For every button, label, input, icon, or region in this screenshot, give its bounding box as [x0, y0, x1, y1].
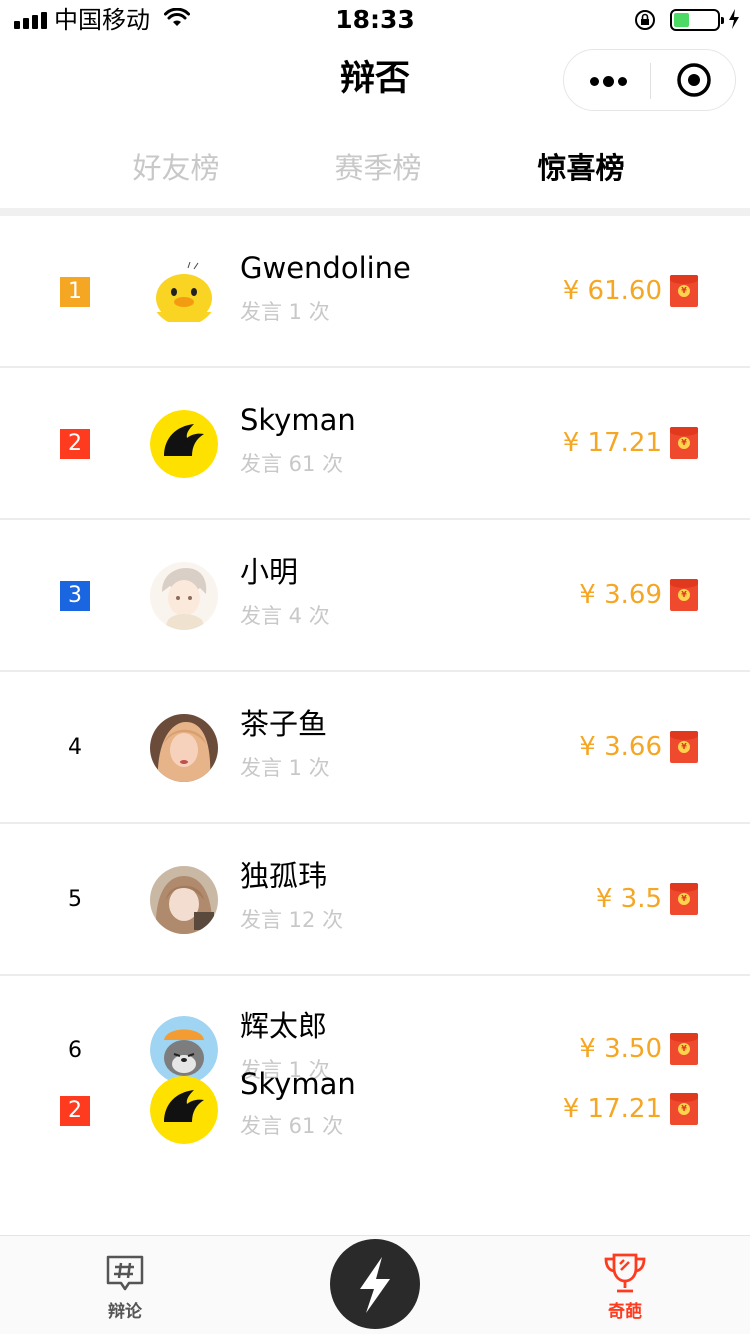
duck-avatar [150, 258, 218, 326]
tab-debate[interactable]: 辩论 [65, 1236, 185, 1334]
reward-amount: ¥ 17.21 [562, 1094, 662, 1124]
lightning-button[interactable] [330, 1239, 420, 1329]
more-dots-icon[interactable] [564, 50, 650, 110]
lightning-bolt-icon [360, 1257, 390, 1313]
user-name: 辉太郎 [240, 1009, 328, 1043]
list-item[interactable]: 1 Gwendoline 发言 1 次 ¥ 61.60 ¥ [0, 216, 750, 368]
rank-badge: 2 [60, 429, 90, 459]
status-bar: 中国移动 18:33 [0, 0, 750, 40]
post-count: 发言 61 次 [240, 1114, 344, 1138]
tab-season[interactable]: 赛季榜 [298, 138, 458, 198]
tab-friends[interactable]: 好友榜 [96, 138, 256, 198]
list-item[interactable]: 6 辉太郎 发言 1 次 ¥ 3.50 ¥ [0, 976, 750, 1084]
red-packet-icon: ¥ [670, 275, 698, 307]
reward-amount: ¥ 3.50 [579, 1034, 662, 1064]
rank-number: 6 [68, 1038, 82, 1063]
tab-qipa[interactable]: 奇葩 [565, 1236, 685, 1334]
list-item[interactable]: 3 小明 发言 4 次 ¥ 3.69 ¥ [0, 520, 750, 672]
post-count: 发言 1 次 [240, 300, 330, 324]
user-name: 独孤玮 [240, 859, 328, 893]
grey-wolf-avatar [150, 1016, 218, 1084]
rank-badge: 3 [60, 581, 90, 611]
reward-amount: ¥ 3.66 [579, 732, 662, 762]
divider [0, 208, 750, 216]
leaderboard-tabs: 好友榜 赛季榜 惊喜榜 [0, 138, 750, 198]
rank-badge: 1 [60, 277, 90, 307]
list-item[interactable]: 2 Skyman 发言 61 次 ¥ 17.21 ¥ [0, 368, 750, 520]
list-item[interactable]: 4 茶子鱼 发言 1 次 ¥ 3.66 ¥ [0, 672, 750, 824]
red-packet-icon: ¥ [670, 1033, 698, 1065]
red-packet-icon: ¥ [670, 731, 698, 763]
tab-debate-label: 辩论 [108, 1302, 142, 1322]
trophy-icon [604, 1253, 646, 1293]
red-packet-icon: ¥ [670, 427, 698, 459]
my-rank-row[interactable]: 2 Skyman 发言 61 次 ¥ 17.21 ¥ [0, 1067, 750, 1194]
rotation-lock-icon [635, 10, 655, 30]
list-item[interactable]: 5 独孤玮 发言 12 次 ¥ 3.5 ¥ [0, 824, 750, 976]
hashtag-chat-icon [106, 1255, 144, 1291]
user-name: 茶子鱼 [240, 707, 328, 741]
rank-number: 5 [68, 887, 82, 912]
leaderboard-list: 1 Gwendoline 发言 1 次 ¥ 61.60 ¥ 2 Skyman 发… [0, 216, 750, 1194]
rank-badge: 2 [60, 1096, 90, 1126]
reward-amount: ¥ 61.60 [562, 276, 662, 306]
red-packet-icon: ¥ [670, 883, 698, 915]
red-packet-icon: ¥ [670, 579, 698, 611]
yellow-bat-avatar [150, 410, 218, 478]
charging-bolt-icon [729, 9, 739, 29]
battery-icon [670, 9, 724, 31]
post-count: 发言 61 次 [240, 452, 344, 476]
yellow-bat-avatar [150, 1076, 218, 1144]
user-name: Gwendoline [240, 251, 411, 285]
reward-amount: ¥ 3.69 [579, 580, 662, 610]
user-name: Skyman [240, 1067, 356, 1101]
photo-avatar [150, 714, 218, 782]
red-packet-icon: ¥ [670, 1093, 698, 1125]
user-name: Skyman [240, 403, 356, 437]
user-name: 小明 [240, 555, 299, 589]
photo-avatar [150, 866, 218, 934]
reward-amount: ¥ 17.21 [562, 428, 662, 458]
target-circle-icon[interactable] [651, 50, 737, 110]
tab-qipa-label: 奇葩 [608, 1302, 642, 1322]
post-count: 发言 1 次 [240, 756, 330, 780]
anime-boy-avatar [150, 562, 218, 630]
reward-amount: ¥ 3.5 [595, 884, 662, 914]
rank-number: 4 [68, 735, 82, 760]
post-count: 发言 4 次 [240, 604, 330, 628]
post-count: 发言 12 次 [240, 908, 344, 932]
tab-surprise[interactable]: 惊喜榜 [501, 138, 661, 198]
mini-program-capsule [563, 49, 736, 111]
